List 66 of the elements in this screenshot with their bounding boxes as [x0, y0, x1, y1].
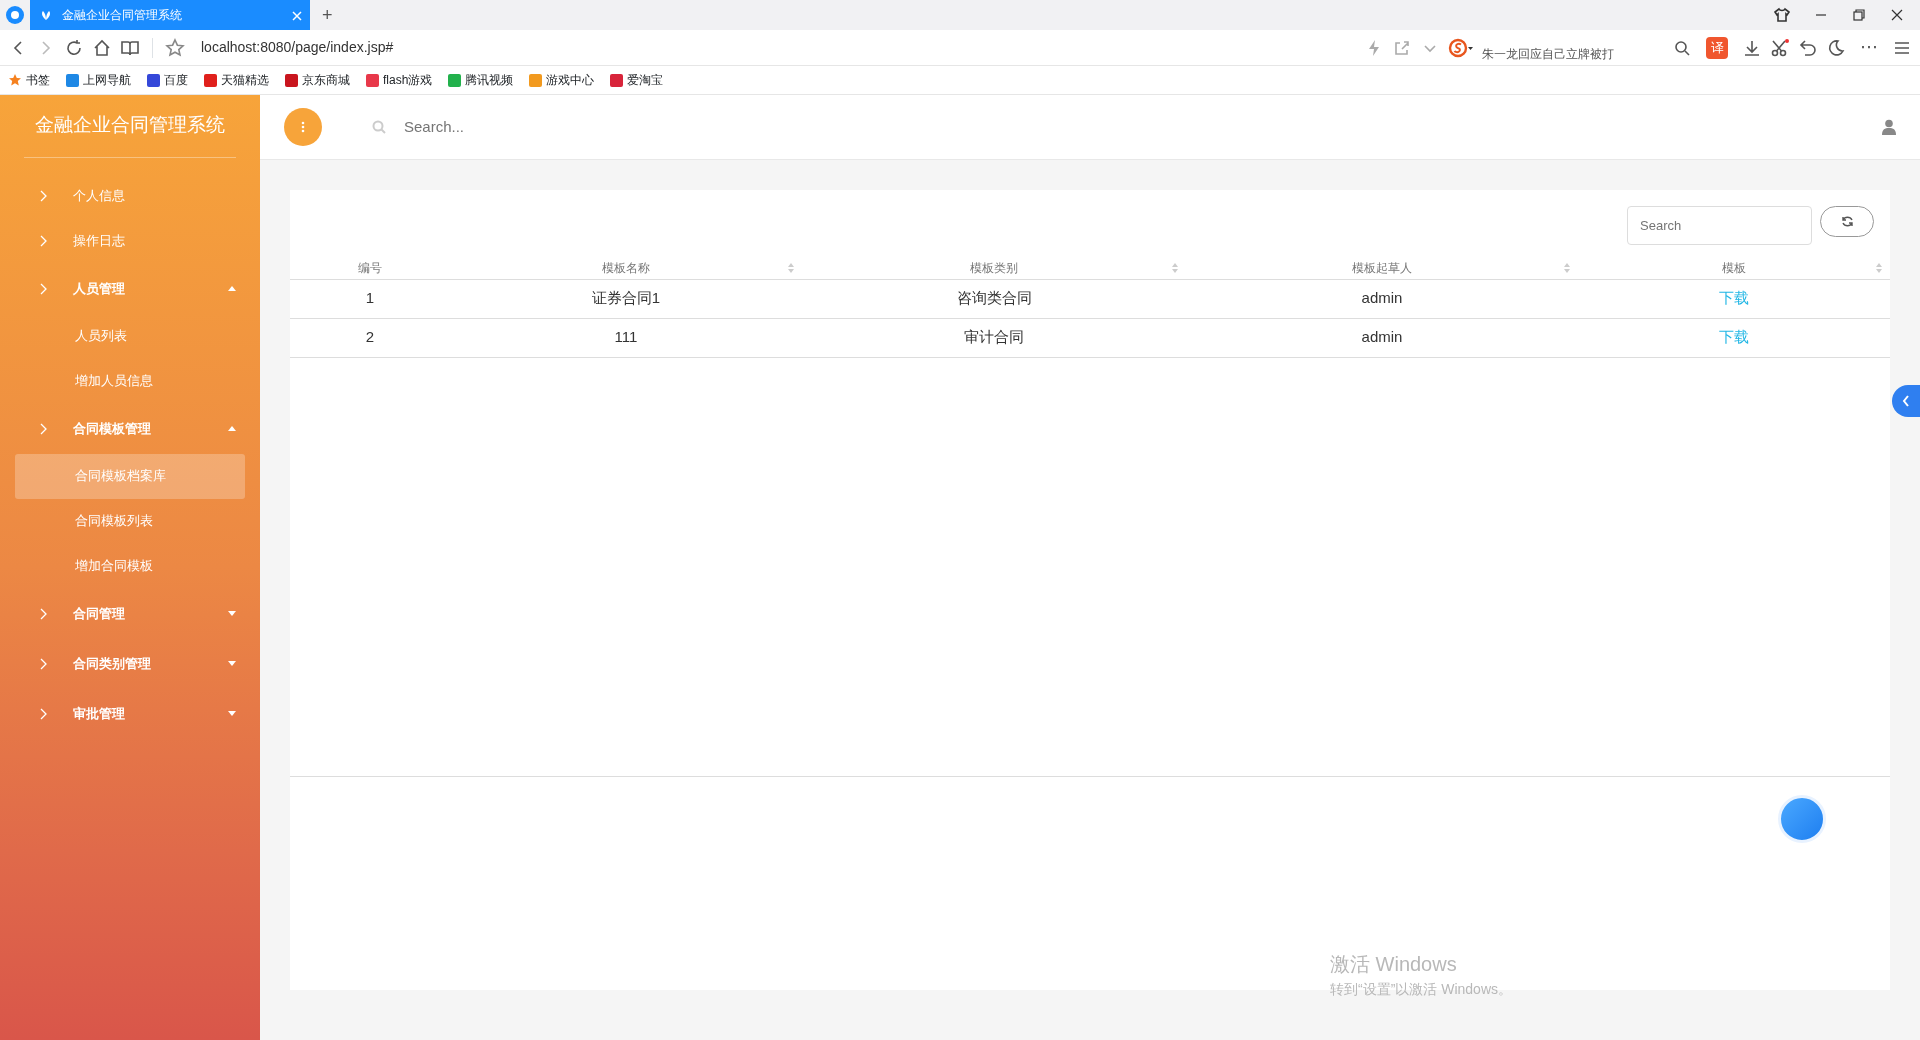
user-icon[interactable]	[1882, 119, 1896, 135]
chevron-right-icon	[40, 422, 48, 435]
close-icon[interactable]	[1890, 8, 1904, 22]
bookmark-link[interactable]: flash游戏	[366, 71, 433, 89]
column-header[interactable]: 模板名称	[450, 257, 802, 279]
bookmark-link[interactable]: 京东商城	[285, 71, 350, 89]
activation-title: 激活 Windows	[1330, 952, 1458, 977]
translate-button[interactable]: 译	[1706, 36, 1728, 59]
scissors-icon[interactable]	[1770, 37, 1790, 58]
table-cell: admin	[1186, 318, 1578, 357]
column-header[interactable]: 模板	[1578, 257, 1890, 279]
bookmark-link[interactable]: 天猫精选	[204, 71, 269, 89]
sidebar-group[interactable]: 合同类别管理	[0, 638, 260, 689]
chevron-left-icon	[1902, 395, 1910, 407]
table-search-field[interactable]: Search	[1627, 206, 1812, 245]
table-cell: admin	[1186, 279, 1578, 318]
bookmark-link[interactable]: 百度	[147, 71, 188, 89]
bookmark-link[interactable]: 腾讯视频	[448, 71, 514, 89]
undo-icon[interactable]	[1798, 37, 1818, 58]
refresh-icon	[1840, 215, 1854, 228]
table-cell: 证券合同1	[450, 279, 802, 318]
bookmarks-button[interactable]: 书签	[8, 71, 50, 89]
chevron-right-icon	[40, 607, 48, 620]
table-cell: 111	[450, 318, 802, 357]
chevron-right-icon	[40, 282, 48, 295]
chevron-right-icon	[40, 657, 48, 670]
new-tab-button[interactable]: +	[316, 1, 339, 29]
chevron-right-icon	[40, 235, 48, 247]
table-cell: 审计合同	[802, 318, 1186, 357]
column-header[interactable]: 模板类别	[802, 257, 1186, 279]
tab-title: 金融企业合同管理系统	[62, 7, 183, 24]
search-icon	[372, 120, 386, 134]
shirt-icon[interactable]	[1774, 7, 1790, 23]
sidebar-subitem[interactable]: 增加合同模板	[15, 543, 245, 589]
sidebar-group[interactable]: 合同管理	[0, 588, 260, 639]
more-button[interactable]: ⋯	[1854, 34, 1884, 61]
column-header[interactable]: 模板起草人	[1186, 257, 1578, 279]
table-cell: 1	[290, 279, 450, 318]
sidebar-group[interactable]: 审批管理	[0, 688, 260, 739]
bookmark-link[interactable]: 上网导航	[66, 71, 131, 89]
address-field[interactable]: localhost:8080/page/index.jsp#	[201, 37, 1356, 58]
chevron-right-icon	[40, 707, 48, 720]
app-title: 金融企业合同管理系统	[24, 95, 236, 158]
side-panel-toggle[interactable]	[1892, 385, 1920, 417]
bookmark-link[interactable]: 游戏中心	[529, 71, 595, 89]
sidebar-subitem[interactable]: 合同模板列表	[15, 498, 245, 544]
restore-icon[interactable]	[1852, 8, 1866, 22]
star-icon[interactable]	[165, 37, 185, 58]
table-cell: 咨询类合同	[802, 279, 1186, 318]
close-tab-button[interactable]	[292, 8, 302, 22]
close-icon	[292, 11, 302, 22]
reload-icon[interactable]	[64, 37, 84, 58]
moon-icon[interactable]	[1826, 37, 1846, 58]
home-icon[interactable]	[92, 37, 112, 58]
activation-message: 转到“设置”以激活 Windows。	[1330, 980, 1512, 999]
column-header[interactable]: 编号	[290, 257, 450, 279]
options-button[interactable]	[284, 108, 322, 146]
floating-action-button[interactable]	[1778, 795, 1826, 843]
browser-tab[interactable]: 金融企业合同管理系统	[30, 0, 310, 30]
refresh-button[interactable]	[1820, 206, 1874, 237]
bookmark-link[interactable]: 爱淘宝	[610, 71, 664, 89]
sogou-icon[interactable]	[1448, 37, 1474, 58]
table-cell: 2	[290, 318, 450, 357]
chevron-right-icon	[40, 190, 48, 202]
search-hint-text[interactable]: 朱一龙回应自己立牌被打	[1482, 44, 1614, 63]
vertical-dots-icon	[301, 121, 305, 133]
